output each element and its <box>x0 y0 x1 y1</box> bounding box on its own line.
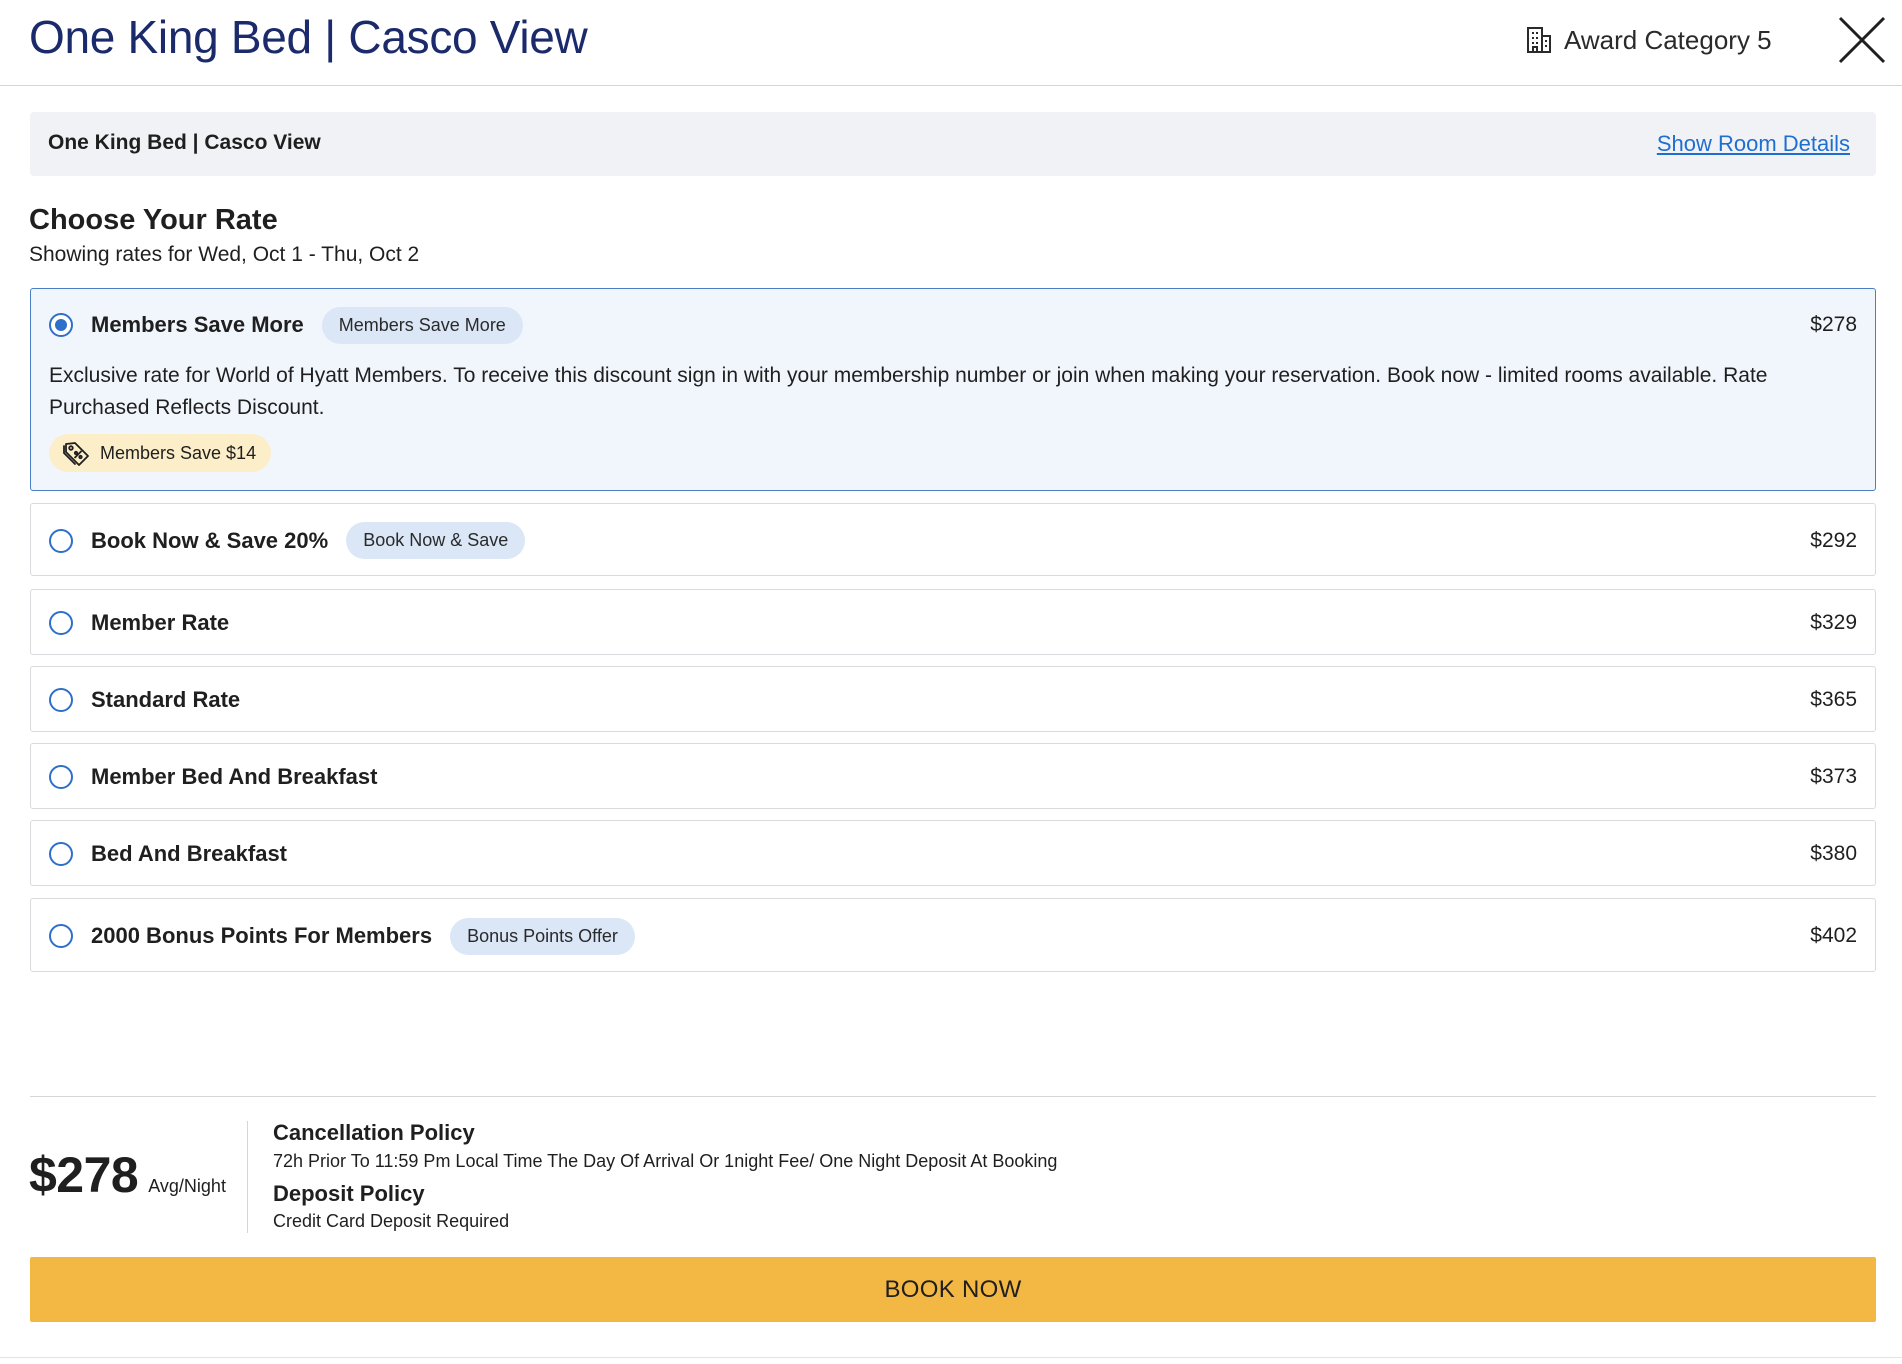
rate-name: Standard Rate <box>91 687 241 712</box>
rate-name: Member Rate <box>91 610 230 635</box>
rate-radio[interactable] <box>49 765 73 789</box>
rate-price: $402 <box>1810 924 1857 947</box>
cancellation-policy-title: Cancellation Policy <box>273 1120 475 1145</box>
rate-option-member-bed-and-breakfast[interactable]: Member Bed And Breakfast $373 <box>30 743 1876 809</box>
rate-name: Member Bed And Breakfast <box>91 764 378 789</box>
rate-tag: Book Now & Save <box>346 522 526 559</box>
rate-option-member-rate[interactable]: Member Rate $329 <box>30 589 1876 655</box>
book-now-button[interactable]: BOOK NOW <box>30 1257 1876 1322</box>
rate-radio[interactable] <box>49 924 73 948</box>
rate-radio[interactable] <box>49 842 73 866</box>
deposit-policy-text: Credit Card Deposit Required <box>273 1211 510 1231</box>
selected-price-summary: $278 Avg/Night <box>29 1146 226 1204</box>
selected-price: $278 <box>29 1147 139 1203</box>
close-icon <box>1838 16 1886 64</box>
room-summary-bar: One King Bed | Casco View Show Room Deta… <box>30 112 1876 176</box>
rate-radio[interactable] <box>49 528 73 553</box>
rate-option-standard-rate[interactable]: Standard Rate $365 <box>30 666 1876 732</box>
show-room-details-link[interactable]: Show Room Details <box>1657 131 1850 157</box>
savings-label: Members Save $14 <box>100 442 257 463</box>
close-button[interactable] <box>1836 14 1888 66</box>
rate-price: $278 <box>1810 313 1857 336</box>
award-category-label: Award Category 5 <box>1564 24 1772 55</box>
rate-price: $380 <box>1810 842 1857 865</box>
rate-tag: Bonus Points Offer <box>450 917 635 955</box>
summary-divider <box>247 1121 248 1233</box>
rate-option-book-now-save[interactable]: Book Now & Save 20% Book Now & Save $292 <box>30 503 1876 576</box>
modal-header: One King Bed | Casco View Award Category… <box>0 0 1902 86</box>
price-unit: Avg/Night <box>148 1176 226 1196</box>
rate-price: $292 <box>1810 528 1857 552</box>
deposit-policy-title: Deposit Policy <box>273 1181 425 1206</box>
discount-tag-icon <box>63 440 91 466</box>
rate-dates: Showing rates for Wed, Oct 1 - Thu, Oct … <box>29 243 420 266</box>
page-title: One King Bed | Casco View <box>29 11 588 63</box>
footer-divider <box>30 1096 1876 1097</box>
rate-name: Book Now & Save 20% <box>91 527 329 553</box>
room-name: One King Bed | Casco View <box>48 131 321 154</box>
rate-option-members-save-more[interactable]: Members Save More Members Save More $278… <box>30 288 1876 491</box>
rate-option-bed-and-breakfast[interactable]: Bed And Breakfast $380 <box>30 820 1876 886</box>
award-category: Award Category 5 <box>1526 20 1772 60</box>
rate-radio[interactable] <box>49 313 73 337</box>
rate-price: $373 <box>1810 765 1857 788</box>
rate-tag: Members Save More <box>321 306 523 344</box>
rate-name: Members Save More <box>91 312 304 337</box>
building-icon <box>1526 26 1552 54</box>
rate-name: 2000 Bonus Points For Members <box>91 923 433 948</box>
rate-radio[interactable] <box>49 611 73 635</box>
rate-price: $329 <box>1810 611 1857 634</box>
savings-badge: Members Save $14 <box>49 434 272 472</box>
cancellation-policy-text: 72h Prior To 11:59 Pm Local Time The Day… <box>273 1151 1058 1171</box>
rate-price: $365 <box>1810 688 1857 711</box>
choose-rate-heading: Choose Your Rate <box>29 204 278 236</box>
rate-name: Bed And Breakfast <box>91 841 288 866</box>
rate-radio[interactable] <box>49 688 73 712</box>
rate-description: Exclusive rate for World of Hyatt Member… <box>49 364 1768 419</box>
rate-option-bonus-points[interactable]: 2000 Bonus Points For Members Bonus Poin… <box>30 898 1876 972</box>
bottom-divider <box>0 1357 1902 1358</box>
